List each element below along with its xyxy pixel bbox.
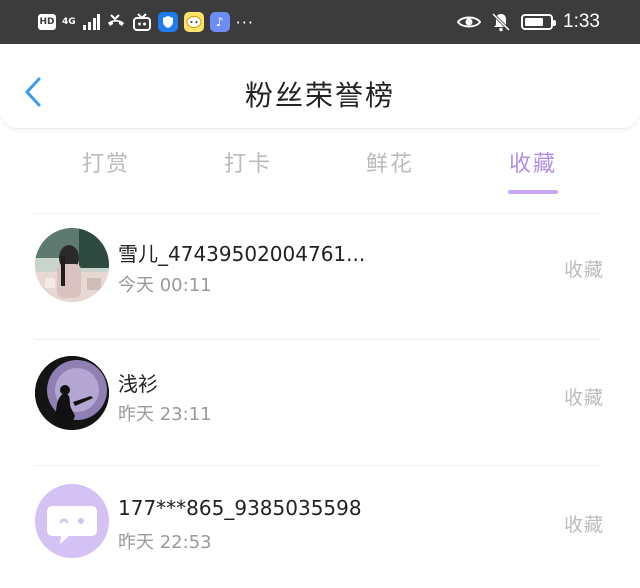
battery-icon [521, 14, 557, 30]
tab-bar: 打赏 打卡 鲜花 收藏 [0, 140, 640, 196]
divider [34, 465, 600, 466]
list-item[interactable]: 浅衫 昨天 23:11 收藏 [0, 342, 640, 442]
user-name: 177***865_9385035598 [118, 496, 362, 520]
timestamp: 昨天 23:11 [118, 404, 212, 425]
mute-bell-icon [491, 12, 511, 32]
eye-icon [457, 16, 482, 28]
battery-level [525, 18, 544, 26]
action-label: 收藏 [563, 514, 604, 536]
user-name: 浅衫 [118, 372, 158, 396]
shield-app-icon [157, 12, 178, 32]
page-title: 粉丝荣誉榜 [244, 79, 395, 112]
list-item[interactable]: 177***865_9385035598 昨天 22:53 收藏 [0, 468, 640, 568]
tab-favorites-label: 收藏 [508, 152, 557, 177]
default-avatar-icon [35, 484, 109, 558]
timestamp: 今天 00:11 [118, 275, 212, 296]
status-left: HD 4G ♪ ··· [38, 11, 254, 33]
hd-badge: HD [38, 14, 56, 30]
divider [34, 339, 600, 340]
tv-app-icon [132, 13, 151, 31]
list-item[interactable]: 雪儿_47439502004761... 今天 00:11 收藏 [0, 216, 640, 316]
network-label: 4G [62, 16, 76, 27]
network-indicator: 4G [62, 16, 76, 27]
tab-checkin[interactable]: 打卡 [198, 146, 298, 178]
timestamp: 昨天 22:53 [118, 532, 212, 553]
user-name: 雪儿_47439502004761... [118, 242, 366, 266]
clock: 1:33 [563, 11, 600, 32]
avatar [35, 356, 109, 430]
action-label: 收藏 [563, 387, 604, 409]
avatar-image [35, 356, 109, 430]
avatar [35, 484, 109, 558]
chat-app-icon [183, 12, 204, 32]
tab-favorites[interactable]: 收藏 [483, 146, 583, 194]
divider [34, 213, 600, 214]
navigation-header: 粉丝荣誉榜 [0, 44, 640, 128]
status-bar: HD 4G ♪ ··· 1:33 [0, 0, 640, 44]
music-app-icon: ♪ [209, 12, 230, 32]
missed-call-icon [107, 14, 124, 26]
action-label: 收藏 [563, 259, 604, 281]
status-right: 1:33 [457, 11, 600, 33]
more-notifications-icon: ··· [235, 12, 254, 32]
tab-flowers[interactable]: 鲜花 [340, 146, 440, 178]
avatar [35, 228, 109, 302]
avatar-image [35, 228, 109, 302]
signal-icon [82, 14, 100, 30]
active-tab-indicator [508, 190, 558, 194]
tab-reward[interactable]: 打赏 [56, 146, 156, 178]
